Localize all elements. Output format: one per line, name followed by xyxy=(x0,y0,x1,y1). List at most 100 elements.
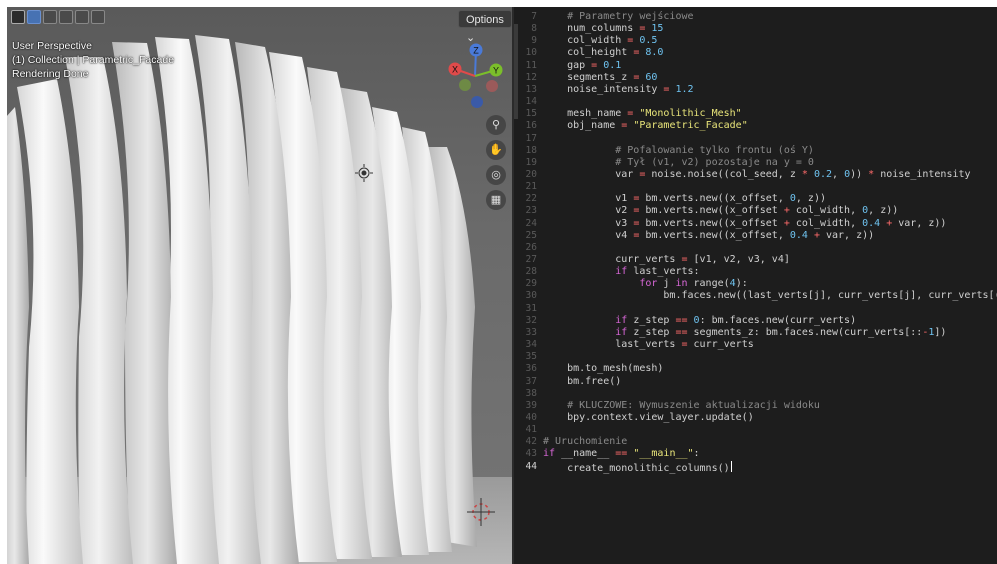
code-line[interactable]: 36 bm.to_mesh(mesh) xyxy=(514,363,997,375)
code-token: 0.2 xyxy=(807,168,833,180)
code-token: 60 xyxy=(639,71,658,83)
code-token: # Tył (v1, v2) pozostaje na y = 0 xyxy=(543,156,814,168)
code-line[interactable]: 27 curr_verts = [v1, v2, v3, v4] xyxy=(514,254,997,266)
code-text: last_verts = curr_verts xyxy=(543,339,754,351)
code-line[interactable]: 43 if __name__ == "__main__": xyxy=(514,448,997,460)
line-number: 13 xyxy=(525,83,537,95)
code-token: curr_verts xyxy=(543,254,682,265)
code-line[interactable]: 24 v3 = bm.verts.new((x_offset + col_wid… xyxy=(514,218,997,230)
code-token: 0.4 xyxy=(789,229,808,241)
code-token: col_width, xyxy=(789,217,863,229)
code-line[interactable]: 40 bpy.context.view_layer.update() xyxy=(514,412,997,424)
code-line[interactable]: 23 v2 = bm.verts.new((x_offset + col_wid… xyxy=(514,205,997,217)
code-line[interactable]: 19 # Tył (v1, v2) pozostaje na y = 0 xyxy=(514,157,997,169)
code-text: mesh_name = "Monolithic_Mesh" xyxy=(543,108,742,120)
line-number: 21 xyxy=(525,181,537,193)
code-token: __name__ xyxy=(555,448,616,460)
select-box-new-icon[interactable] xyxy=(27,10,41,24)
code-token: j xyxy=(657,278,676,290)
code-token: last_verts: xyxy=(627,266,700,278)
code-line[interactable]: 38 xyxy=(514,388,997,400)
code-token: col_width, xyxy=(789,205,863,217)
code-line[interactable]: 33 if z_step == segments_z: bm.faces.new… xyxy=(514,327,997,339)
code-token: create_monolithic_columns() xyxy=(543,462,730,474)
code-line[interactable]: 10 col_height = 8.0 xyxy=(514,47,997,59)
code-line[interactable]: 42 # Uruchomienie xyxy=(514,436,997,448)
code-text: create_monolithic_columns() xyxy=(543,460,732,475)
code-line[interactable]: 37 bm.free() xyxy=(514,376,997,388)
code-token: z_step xyxy=(627,314,676,326)
code-line[interactable]: 21 xyxy=(514,181,997,193)
code-line[interactable]: 22 v1 = bm.verts.new((x_offset, 0, z)) xyxy=(514,193,997,205)
code-token: bpy.context.view_layer.update() xyxy=(543,411,754,423)
code-line[interactable]: 39 # KLUCZOWE: Wymuszenie aktualizacji w… xyxy=(514,400,997,412)
code-line[interactable]: 31 xyxy=(514,303,997,315)
code-line[interactable]: 13 noise_intensity = 1.2 xyxy=(514,84,997,96)
code-line[interactable]: 18 # Pofalowanie tylko frontu (oś Y) xyxy=(514,145,997,157)
code-line[interactable]: 20 var = noise.noise((col_seed, z * 0.2,… xyxy=(514,169,997,181)
line-number: 25 xyxy=(525,229,537,241)
code-token: # KLUCZOWE: Wymuszenie aktualizacji wido… xyxy=(543,399,820,411)
line-number: 24 xyxy=(525,217,537,229)
code-line[interactable]: 25 v4 = bm.verts.new((x_offset, 0.4 + va… xyxy=(514,230,997,242)
line-number: 33 xyxy=(525,326,537,338)
code-line[interactable]: 8 num_columns = 15 xyxy=(514,23,997,35)
active-collection-label: (1) Collection | Parametric_Facade xyxy=(12,54,175,66)
code-line[interactable]: 28 if last_verts: xyxy=(514,266,997,278)
code-line[interactable]: 12 segments_z = 60 xyxy=(514,72,997,84)
code-token: "__main__" xyxy=(627,448,694,460)
line-number: 37 xyxy=(525,375,537,387)
code-token: ]) xyxy=(934,326,947,338)
code-token: 0.4 xyxy=(862,217,881,229)
view-perspective-label: User Perspective xyxy=(12,40,92,52)
code-line[interactable]: 30 bm.faces.new((last_verts[j], curr_ver… xyxy=(514,290,997,302)
options-dropdown[interactable]: Options ⌄ xyxy=(458,10,512,44)
line-number: 11 xyxy=(525,59,537,71)
select-invert-icon[interactable] xyxy=(75,10,89,24)
code-line[interactable]: 41 xyxy=(514,424,997,436)
code-text: curr_verts = [v1, v2, v3, v4] xyxy=(543,254,790,266)
line-number: 39 xyxy=(525,399,537,411)
select-tool-icon[interactable] xyxy=(11,10,25,24)
zoom-icon[interactable]: ⚲ xyxy=(486,115,506,135)
code-text: if z_step == 0: bm.faces.new(curr_verts) xyxy=(543,315,856,327)
camera-icon[interactable]: ◎ xyxy=(486,165,506,185)
code-line[interactable]: 34 last_verts = curr_verts xyxy=(514,339,997,351)
line-number: 10 xyxy=(525,47,537,59)
code-line[interactable]: 35 xyxy=(514,351,997,363)
code-line[interactable]: 26 xyxy=(514,242,997,254)
line-number: 29 xyxy=(525,278,537,290)
code-token: + xyxy=(807,229,820,241)
code-token: bm.verts.new((x_offset xyxy=(639,217,784,229)
select-extend-icon[interactable] xyxy=(43,10,57,24)
text-editor[interactable]: 7 # Parametry wejściowe 8 num_columns = 1… xyxy=(514,7,997,564)
code-line[interactable]: 15 mesh_name = "Monolithic_Mesh" xyxy=(514,108,997,120)
code-text: for j in range(4): xyxy=(543,278,747,290)
code-token: range( xyxy=(687,278,730,290)
code-line[interactable]: 16 obj_name = "Parametric_Facade" xyxy=(514,120,997,132)
hand-pan-icon[interactable]: ✋ xyxy=(486,140,506,160)
code-line[interactable]: 11 gap = 0.1 xyxy=(514,60,997,72)
code-token: == xyxy=(675,314,688,326)
select-intersect-icon[interactable] xyxy=(91,10,105,24)
gizmo-x-label: X xyxy=(452,65,458,75)
grid-view-icon[interactable]: ▦ xyxy=(486,190,506,210)
code-token: 0.5 xyxy=(633,35,658,47)
code-token: segments_z: bm.faces.new(curr_verts[:: xyxy=(687,326,923,338)
3d-viewport[interactable]: Options ⌄ User Perspective (1) Collectio… xyxy=(7,7,512,564)
code-token: curr_verts xyxy=(687,339,754,351)
code-line[interactable]: 9 col_width = 0.5 xyxy=(514,35,997,47)
line-number: 19 xyxy=(525,156,537,168)
code-line[interactable]: 14 xyxy=(514,96,997,108)
code-token: + xyxy=(880,217,893,229)
code-token: )) xyxy=(850,168,869,180)
code-text: bm.to_mesh(mesh) xyxy=(543,363,663,375)
select-subtract-icon[interactable] xyxy=(59,10,73,24)
code-line[interactable]: 32 if z_step == 0: bm.faces.new(curr_ver… xyxy=(514,315,997,327)
code-line[interactable]: 7 # Parametry wejściowe xyxy=(514,11,997,23)
code-token: bm.free() xyxy=(543,375,622,387)
code-line[interactable]: 44 create_monolithic_columns() xyxy=(514,460,997,475)
code-line[interactable]: 17 xyxy=(514,133,997,145)
code-line[interactable]: 29 for j in range(4): xyxy=(514,278,997,290)
navigation-gizmo[interactable]: Z Y X xyxy=(445,43,505,118)
